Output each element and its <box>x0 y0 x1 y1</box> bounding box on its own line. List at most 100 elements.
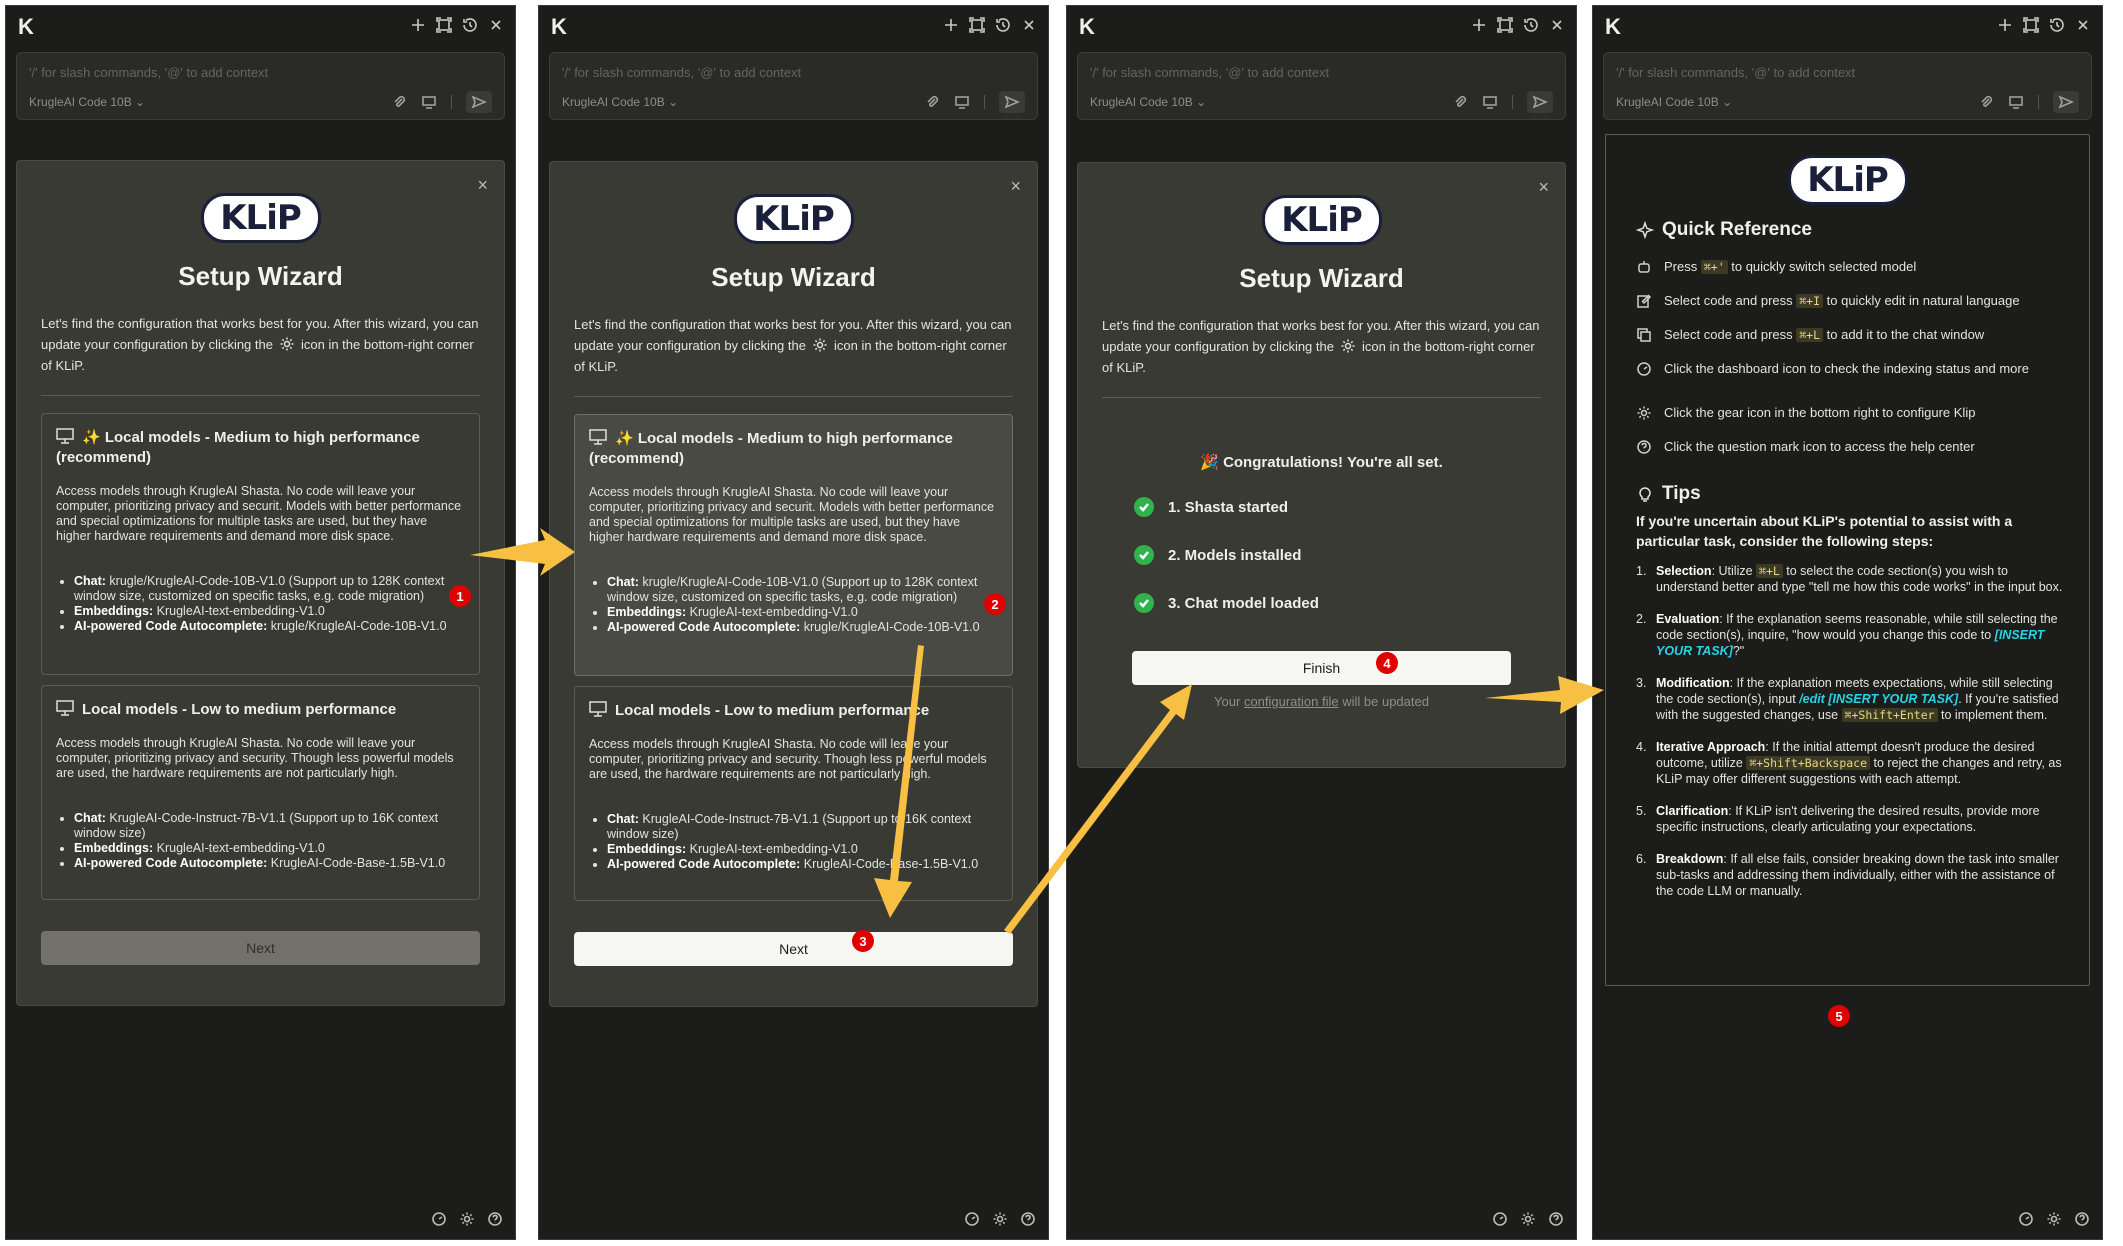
klip-k-logo: K <box>551 14 567 39</box>
dashboard-icon[interactable] <box>2018 1211 2034 1227</box>
divider <box>1102 397 1541 398</box>
card-title: Local models - Low to medium performance <box>56 700 465 720</box>
list-item: AI-powered Code Autocomplete: krugle/Kru… <box>607 620 998 635</box>
klip-logo: KLiP <box>1787 155 1908 205</box>
quick-ref-item: Press ⌘+' to quickly switch selected mod… <box>1636 259 2073 275</box>
next-button[interactable]: Next <box>574 932 1013 966</box>
finish-button[interactable]: Finish <box>1132 651 1511 685</box>
dashboard-icon[interactable] <box>431 1211 447 1227</box>
klip-panel-step-1: K '/' for slash commands, '@' to add con… <box>5 5 516 1240</box>
screen-icon[interactable] <box>954 94 970 110</box>
close-icon[interactable] <box>2074 16 2092 34</box>
klip-logo: KLiP <box>1261 195 1382 245</box>
sparkle-icon <box>1636 221 1654 239</box>
close-icon[interactable]: × <box>477 175 488 196</box>
next-button[interactable]: Next <box>41 931 480 965</box>
close-icon[interactable] <box>1548 16 1566 34</box>
step-badge-2: 2 <box>984 593 1006 615</box>
plus-icon[interactable] <box>1996 16 2014 34</box>
plus-icon[interactable] <box>1470 16 1488 34</box>
step-shasta-started: 1. Shasta started <box>1134 497 1288 517</box>
history-icon[interactable] <box>461 16 479 34</box>
wizard-title: Setup Wizard <box>178 261 343 291</box>
fullscreen-icon[interactable] <box>435 16 453 34</box>
screen-icon[interactable] <box>2008 94 2024 110</box>
card-title: ✨ Local models - Medium to high performa… <box>589 429 953 467</box>
model-selector[interactable]: KrugleAI Code 10B ⌄ <box>29 95 145 109</box>
close-icon[interactable]: × <box>1538 177 1549 198</box>
list-item: AI-powered Code Autocomplete: KrugleAI-C… <box>74 856 465 871</box>
attach-icon[interactable] <box>1978 94 1994 110</box>
card-description: Access models through KrugleAI Shasta. N… <box>589 485 995 544</box>
chat-input[interactable]: '/' for slash commands, '@' to add conte… <box>1603 52 2092 120</box>
tips-list: 1. Selection: Utilize ⌘+L to select the c… <box>1636 563 2069 915</box>
divider <box>1512 95 1513 109</box>
fullscreen-icon[interactable] <box>2022 16 2040 34</box>
send-button[interactable] <box>999 91 1025 113</box>
screen-icon[interactable] <box>421 94 437 110</box>
plus-icon[interactable] <box>409 16 427 34</box>
chat-input[interactable]: '/' for slash commands, '@' to add conte… <box>16 52 505 120</box>
option-card-low-medium[interactable]: Local models - Low to medium performance… <box>574 686 1013 901</box>
monitor-icon <box>56 428 74 444</box>
history-icon[interactable] <box>994 16 1012 34</box>
close-icon[interactable] <box>1020 16 1038 34</box>
wizard-intro: Let's find the configuration that works … <box>574 317 1012 374</box>
help-icon[interactable] <box>487 1211 503 1227</box>
list-item: AI-powered Code Autocomplete: KrugleAI-C… <box>607 857 998 872</box>
check-icon <box>1134 497 1154 517</box>
help-icon[interactable] <box>1548 1211 1564 1227</box>
divider <box>451 95 452 109</box>
send-button[interactable] <box>466 91 492 113</box>
step-models-installed: 2. Models installed <box>1134 545 1301 565</box>
history-icon[interactable] <box>2048 16 2066 34</box>
input-placeholder: '/' for slash commands, '@' to add conte… <box>29 65 269 80</box>
fullscreen-icon[interactable] <box>968 16 986 34</box>
model-selector[interactable]: KrugleAI Code 10B ⌄ <box>1616 95 1732 109</box>
klip-k-logo: K <box>18 14 34 39</box>
tips-heading: Tips <box>1636 483 1701 505</box>
input-placeholder: '/' for slash commands, '@' to add conte… <box>1616 65 1856 80</box>
screen-icon[interactable] <box>1482 94 1498 110</box>
gear-icon[interactable] <box>459 1211 475 1227</box>
divider <box>41 395 480 396</box>
fullscreen-icon[interactable] <box>1496 16 1514 34</box>
dashboard-icon[interactable] <box>1492 1211 1508 1227</box>
attach-icon[interactable] <box>1452 94 1468 110</box>
setup-wizard-modal: × KLiP Setup Wizard Let's find the confi… <box>549 161 1038 1007</box>
chat-input[interactable]: '/' for slash commands, '@' to add conte… <box>1077 52 1566 120</box>
attach-icon[interactable] <box>391 94 407 110</box>
divider <box>574 396 1013 397</box>
gear-icon[interactable] <box>992 1211 1008 1227</box>
close-icon[interactable]: × <box>1010 176 1021 197</box>
option-card-medium-high[interactable]: ✨ Local models - Medium to high performa… <box>41 413 480 675</box>
list-item: Embeddings: KrugleAI-text-embedding-V1.0 <box>74 604 465 619</box>
gear-icon[interactable] <box>1520 1211 1536 1227</box>
card-description: Access models through KrugleAI Shasta. N… <box>589 737 987 781</box>
quick-ref-item: Select code and press ⌘+I to quickly edi… <box>1636 293 2073 309</box>
send-button[interactable] <box>2053 91 2079 113</box>
monitor-icon <box>589 429 607 445</box>
model-selector[interactable]: KrugleAI Code 10B ⌄ <box>1090 95 1206 109</box>
option-card-low-medium[interactable]: Local models - Low to medium performance… <box>41 685 480 900</box>
close-icon[interactable] <box>487 16 505 34</box>
list-item: Embeddings: KrugleAI-text-embedding-V1.0 <box>607 605 998 620</box>
help-icon[interactable] <box>1020 1211 1036 1227</box>
send-button[interactable] <box>1527 91 1553 113</box>
dashboard-icon[interactable] <box>964 1211 980 1227</box>
quick-ref-item: Click the dashboard icon to check the in… <box>1636 361 2073 377</box>
list-item: Chat: KrugleAI-Code-Instruct-7B-V1.1 (Su… <box>74 811 465 841</box>
chat-input[interactable]: '/' for slash commands, '@' to add conte… <box>549 52 1038 120</box>
help-icon[interactable] <box>2074 1211 2090 1227</box>
attach-icon[interactable] <box>924 94 940 110</box>
plus-icon[interactable] <box>942 16 960 34</box>
check-icon <box>1134 545 1154 565</box>
quick-reference-heading: Quick Reference <box>1636 219 1812 241</box>
gear-icon[interactable] <box>2046 1211 2062 1227</box>
model-selector[interactable]: KrugleAI Code 10B ⌄ <box>562 95 678 109</box>
title-bar: K <box>539 6 1048 46</box>
gear-icon <box>812 337 828 353</box>
option-card-medium-high[interactable]: ✨ Local models - Medium to high performa… <box>574 414 1013 676</box>
configuration-file-link[interactable]: configuration file <box>1244 694 1339 709</box>
history-icon[interactable] <box>1522 16 1540 34</box>
